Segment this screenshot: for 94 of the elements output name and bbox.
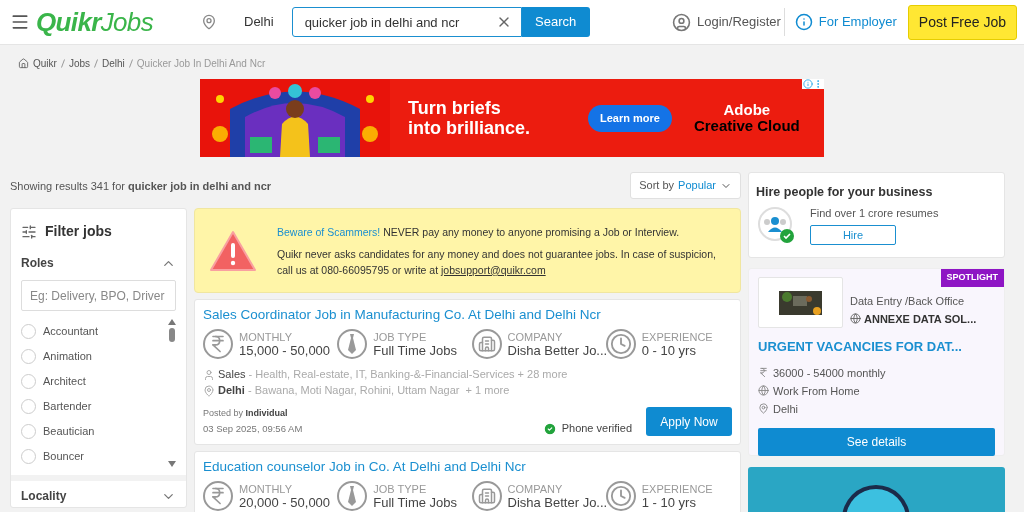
employer-link[interactable]: For Employer: [818, 12, 897, 32]
role-option[interactable]: Architect: [43, 373, 86, 390]
menu-icon[interactable]: [10, 12, 30, 32]
radio-button[interactable]: [21, 349, 36, 364]
job-roles: Sales - Health, Real-estate, IT, Banking-&-Financial-Services + 28 more: [218, 367, 568, 382]
job-locations: Delhi - Bawana, Moti Nagar, Rohini, Uttam Nagar + 1 more: [218, 383, 510, 398]
radio-button[interactable]: [21, 449, 36, 464]
stat-value: Full Time Jobs: [373, 496, 458, 509]
see-details-button[interactable]: See details: [758, 427, 995, 456]
separator-icon: [128, 58, 133, 68]
section-title[interactable]: Roles: [21, 254, 54, 272]
globe-icon: [758, 385, 769, 396]
post-job-button[interactable]: Post Free Job: [907, 4, 1017, 40]
role-option[interactable]: Accountant: [43, 323, 99, 340]
user-icon[interactable]: [672, 12, 691, 32]
stat-label: JOB TYPE: [373, 331, 428, 344]
building-icon: [471, 481, 502, 511]
warning-details: Quikr never asks candidates for any money and does not guarantee jobs. In case of suspicion, call us at 080-66095795 or write at jobsupport@quikr.com: [277, 246, 717, 278]
stat-value: 1 - 10 yrs: [641, 496, 697, 509]
radio-button[interactable]: [21, 424, 36, 439]
scrollbar-thumb[interactable]: [169, 328, 175, 342]
stat-label: COMPANY: [507, 331, 564, 344]
stat-label: EXPERIENCE: [641, 483, 713, 496]
stat-label: JOB TYPE: [373, 483, 428, 496]
rupee-icon: [203, 329, 233, 359]
learn-more-button[interactable]: Learn more: [588, 104, 672, 132]
location-icon: [758, 403, 769, 414]
radio-button[interactable]: [21, 399, 36, 414]
radio-button[interactable]: [21, 374, 36, 389]
stat-value: Disha Better Jo...: [507, 344, 608, 357]
stat-value: Full Time Jobs: [373, 344, 458, 357]
apply-button[interactable]: Apply Now: [646, 407, 732, 436]
stat-value: 20,000 - 50,000: [239, 496, 331, 509]
job-category: Data Entry /Back Office: [850, 294, 966, 309]
ad-brand: Adobe Creative Cloud: [693, 102, 800, 134]
role-option[interactable]: Animation: [43, 348, 92, 365]
breadcrumb-link[interactable]: Jobs: [68, 55, 91, 71]
person-icon: [203, 368, 215, 381]
role-option[interactable]: Beautician: [43, 423, 95, 440]
filter-icon: [21, 223, 37, 240]
rupee-icon: [203, 481, 233, 511]
info-icon[interactable]: [794, 13, 813, 31]
tie-icon: [337, 329, 368, 359]
role-option[interactable]: Bartender: [43, 398, 92, 415]
clock-icon: [605, 481, 636, 511]
job-title-link[interactable]: Sales Coordinator Job in Manufacturing Co. At Delhi and Delhi Ncr: [203, 306, 732, 324]
hire-button[interactable]: Hire: [810, 225, 896, 246]
ad-info-icon[interactable]: [802, 79, 824, 89]
email-link[interactable]: jobsupport@quikr.com: [441, 263, 546, 276]
location-pin-icon[interactable]: [201, 14, 217, 30]
scroll-down-icon[interactable]: [168, 461, 176, 467]
search-field[interactable]: quicker job in delhi and ncr: [291, 7, 522, 37]
warning-text: Beware of Scammers! NEVER pay any money to anyone promising a Job or Interview.: [277, 224, 681, 240]
posted-by: Posted by Individual: [203, 407, 289, 420]
breadcrumb-link[interactable]: Quikr: [33, 55, 57, 71]
company-name: ANNEXE DATA SOL...: [864, 311, 977, 327]
stat-value: Disha Better Jo...: [507, 496, 608, 509]
separator-icon: [94, 58, 99, 68]
ad-headline: Turn briefs into brilliance.: [408, 98, 532, 138]
job-title-link[interactable]: Education counselor Job in Co. At Delhi and Delhi Ncr: [203, 458, 732, 476]
posted-date: 03 Sep 2025, 09:56 AM: [203, 422, 304, 436]
tie-icon: [337, 481, 368, 511]
separator-icon: [60, 58, 65, 68]
radio-button[interactable]: [21, 324, 36, 339]
role-search-field[interactable]: Eg: Delivery, BPO, Driver: [21, 280, 176, 311]
stat-label: EXPERIENCE: [641, 331, 713, 344]
filter-title: Filter jobs: [45, 222, 112, 241]
work-mode: Work From Home: [773, 383, 860, 399]
location-text: Delhi: [773, 401, 799, 417]
scroll-up-icon[interactable]: [168, 319, 176, 325]
search-button[interactable]: Search: [521, 7, 590, 37]
verified-label: Phone verified: [561, 420, 632, 436]
rupee-icon: [758, 367, 769, 378]
stat-value: 15,000 - 50,000: [239, 344, 331, 357]
stat-label: MONTHLY: [239, 331, 293, 344]
home-icon[interactable]: [18, 57, 29, 69]
salary-text: 36000 - 54000 monthly: [773, 365, 886, 381]
stat-label: MONTHLY: [239, 483, 293, 496]
stat-label: COMPANY: [507, 483, 564, 496]
spotlight-badge: SPOTLIGHT: [940, 269, 1004, 287]
breadcrumb-link[interactable]: Delhi: [102, 55, 125, 71]
location-icon: [203, 384, 215, 397]
building-icon: [471, 329, 502, 359]
login-link[interactable]: Login/Register: [697, 12, 781, 32]
hire-title: Hire people for your business: [756, 184, 934, 201]
sort-dropdown[interactable]: Sort by Popular: [630, 172, 741, 199]
role-option[interactable]: Bouncer: [43, 448, 84, 465]
clock-icon: [605, 329, 636, 359]
location-label[interactable]: Delhi: [244, 12, 274, 32]
warning-icon: [209, 229, 257, 272]
section-title[interactable]: Locality: [21, 487, 67, 505]
results-summary: Showing results 341 for quicker job in delhi and ncr: [10, 178, 272, 193]
hire-text: Find over 1 crore resumes: [810, 205, 939, 221]
stat-value: 0 - 10 yrs: [641, 344, 697, 357]
